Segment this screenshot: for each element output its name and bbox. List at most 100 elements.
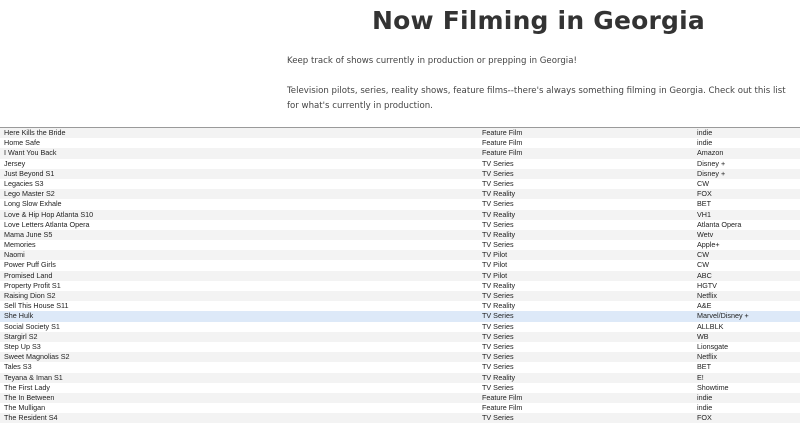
table-row[interactable]: Sell This House S11 TV Reality A&E — [0, 301, 800, 312]
network-cell: Marvel/Disney + — [697, 311, 749, 321]
network-cell: CW — [697, 250, 709, 260]
network-cell: Disney + — [697, 158, 726, 168]
intro-text: Keep track of shows currently in product… — [287, 54, 787, 129]
production-type-cell: TV Reality — [482, 189, 516, 199]
network-cell: Apple+ — [697, 240, 720, 250]
table-row[interactable]: Here Kills the Bride Feature Film indie — [0, 128, 800, 139]
production-type-cell: Feature Film — [482, 128, 523, 137]
production-type-cell: TV Series — [482, 331, 514, 341]
network-cell: HGTV — [697, 280, 717, 290]
table-row[interactable]: Long Slow Exhale TV Series BET — [0, 199, 800, 210]
production-type-cell: TV Series — [482, 158, 514, 168]
network-cell: indie — [697, 138, 713, 148]
production-title-cell: Tales S3 — [4, 362, 32, 372]
production-type-cell: TV Series — [482, 168, 514, 178]
network-cell: FOX — [697, 189, 712, 199]
production-type-cell: Feature Film — [482, 392, 523, 402]
production-title-cell: Stargirl S2 — [4, 331, 38, 341]
table-row[interactable]: Teyana & Iman S1 TV Reality E! — [0, 372, 800, 383]
table-row[interactable]: The First Lady TV Series Showtime — [0, 382, 800, 393]
production-title-cell: Jersey — [4, 158, 26, 168]
network-cell: BET — [697, 199, 711, 209]
table-row[interactable]: Step Up S3 TV Series Lionsgate — [0, 341, 800, 353]
table-row[interactable]: Love Letters Atlanta Opera TV Series Atlan… — [0, 219, 800, 230]
table-row[interactable]: Property Profit S1 TV Reality HGTV — [0, 280, 800, 291]
production-type-cell: TV Series — [482, 219, 514, 229]
production-type-cell: TV Series — [482, 199, 514, 209]
network-cell: Atlanta Opera — [697, 219, 742, 229]
production-title-cell: Sweet Magnolias S2 — [4, 352, 70, 362]
production-type-cell: TV Series — [482, 178, 514, 188]
production-title-cell: I Want You Back — [4, 148, 57, 158]
table-row[interactable]: I Want You Back Feature Film Amazon — [0, 148, 800, 159]
network-cell: indie — [697, 403, 713, 413]
network-cell: Disney + — [697, 168, 726, 178]
network-cell: Netflix — [697, 291, 717, 300]
production-title-cell: Just Beyond S1 — [4, 168, 55, 178]
production-title-cell: The Mulligan — [4, 403, 46, 413]
network-cell: indie — [697, 128, 713, 137]
production-type-cell: TV Series — [482, 240, 514, 250]
intro-paragraph-1: Keep track of shows currently in product… — [287, 56, 577, 66]
table-row[interactable]: The Mulligan Feature Film indie — [0, 403, 800, 414]
network-cell: A&E — [697, 301, 712, 311]
table-row[interactable]: Mama June S5 TV Reality Wetv — [0, 229, 800, 241]
production-title-cell: Step Up S3 — [4, 341, 41, 351]
table-row[interactable]: Social Society S1 TV Series ALLBLK — [0, 321, 800, 332]
table-row[interactable]: Jersey TV Series Disney + — [0, 158, 800, 169]
network-cell: Wetv — [697, 229, 714, 239]
production-title-cell: Love & Hip Hop Atlanta S10 — [4, 209, 94, 219]
production-title-cell: Here Kills the Bride — [4, 128, 66, 137]
table-row[interactable]: She Hulk TV Series Marvel/Disney + — [0, 311, 800, 322]
table-row[interactable]: Sweet Magnolias S2 TV Series Netflix — [0, 352, 800, 363]
production-title-cell: Power Puff Girls — [4, 260, 56, 270]
table-row[interactable]: Power Puff Girls TV Pilot CW — [0, 260, 800, 271]
production-type-cell: TV Pilot — [482, 270, 508, 280]
table-row[interactable]: Memories TV Series Apple+ — [0, 240, 800, 251]
productions-table[interactable]: Here Kills the Bride Feature Film indie Hom… — [0, 127, 800, 428]
production-type-cell: TV Series — [482, 341, 514, 351]
network-cell: E! — [697, 372, 704, 382]
production-title-cell: Teyana & Iman S1 — [4, 372, 63, 382]
network-cell: ALLBLK — [697, 321, 724, 331]
production-type-cell: TV Series — [482, 413, 514, 423]
table-row[interactable]: Home Safe Feature Film indie — [0, 138, 800, 149]
production-type-cell: TV Series — [482, 382, 514, 392]
production-title-cell: Legacies S3 — [4, 178, 44, 188]
production-title-cell: The In Between — [4, 392, 55, 402]
network-cell: indie — [697, 392, 713, 402]
network-cell: Amazon — [697, 148, 724, 158]
table-row[interactable]: Just Beyond S1 TV Series Disney + — [0, 168, 800, 179]
production-title-cell: Lego Master S2 — [4, 189, 55, 199]
production-title-cell: Sell This House S11 — [4, 301, 69, 311]
network-cell: Netflix — [697, 352, 717, 362]
production-title-cell: Naomi — [4, 250, 25, 260]
production-title-cell: The Resident S4 — [4, 413, 58, 423]
production-title-cell: Love Letters Atlanta Opera — [4, 219, 90, 229]
network-cell: VH1 — [697, 209, 711, 219]
table-row[interactable]: Naomi TV Pilot CW — [0, 250, 800, 261]
table-row[interactable]: Love & Hip Hop Atlanta S10 TV Reality VH1 — [0, 209, 800, 220]
table-row[interactable]: Promised Land TV Pilot ABC — [0, 270, 800, 281]
table-row[interactable]: Stargirl S2 TV Series WB — [0, 331, 800, 342]
network-cell: BET — [697, 362, 711, 372]
network-cell: Showtime — [697, 382, 729, 392]
production-type-cell: TV Series — [482, 352, 514, 362]
production-type-cell: Feature Film — [482, 138, 523, 148]
production-type-cell: Feature Film — [482, 403, 523, 413]
page-title: Now Filming in Georgia — [372, 6, 705, 35]
table-row[interactable]: Legacies S3 TV Series CW — [0, 178, 800, 190]
production-type-cell: TV Series — [482, 321, 514, 331]
production-type-cell: TV Series — [482, 311, 514, 321]
table-row[interactable]: Raising Dion S2 TV Series Netflix — [0, 291, 800, 302]
table-row[interactable]: Lego Master S2 TV Reality FOX — [0, 189, 800, 200]
production-title-cell: Memories — [4, 240, 36, 250]
network-cell: CW — [697, 260, 709, 270]
table-row[interactable]: The Resident S4 TV Series FOX — [0, 413, 800, 424]
production-type-cell: TV Series — [482, 362, 514, 372]
production-title-cell: She Hulk — [4, 311, 34, 321]
production-type-cell: Feature Film — [482, 148, 523, 158]
table-row[interactable]: Tales S3 TV Series BET — [0, 362, 800, 373]
table-row[interactable]: The In Between Feature Film indie — [0, 392, 800, 404]
production-title-cell: Social Society S1 — [4, 321, 60, 331]
